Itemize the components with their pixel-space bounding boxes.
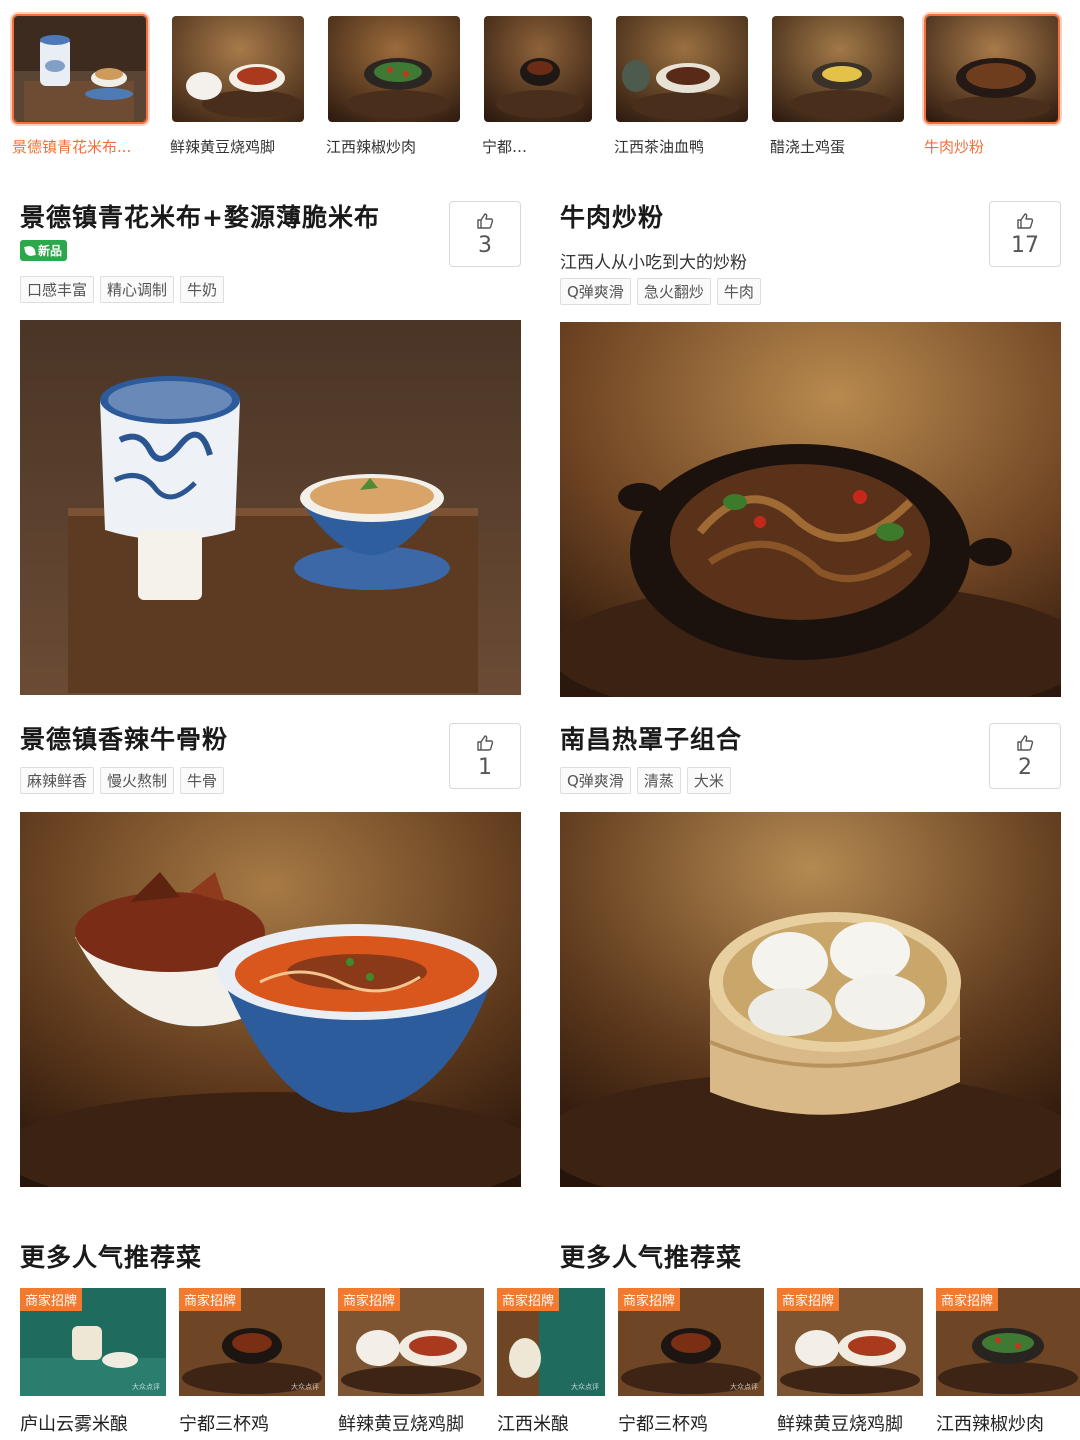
dish-card-3[interactable]: 南昌热罩子组合 xyxy=(560,720,1062,756)
thumb-image xyxy=(770,14,906,124)
like-button-1[interactable]: 17 xyxy=(989,201,1061,267)
signature-flag: 商家招牌 xyxy=(338,1288,401,1311)
like-count: 2 xyxy=(1018,754,1032,780)
recommend-image: 商家招牌 大众点评 xyxy=(179,1288,325,1396)
dish-tag: 麻辣鲜香 xyxy=(20,767,95,794)
thumbs-up-icon xyxy=(1017,212,1034,229)
thumb-item-3[interactable]: 宁都三杯 xyxy=(482,14,597,157)
signature-flag: 商家招牌 xyxy=(618,1288,681,1311)
dish-title: 牛肉炒粉 xyxy=(560,203,665,232)
recommend-name: 宁都三杯鸡 xyxy=(618,1414,708,1435)
leaf-icon xyxy=(24,244,36,257)
dish-tag: 精心调制 xyxy=(100,276,175,303)
dish-tag: Q弹爽滑 xyxy=(560,767,631,794)
like-button-2[interactable]: 1 xyxy=(449,723,521,789)
recommend-image: 商家招牌 大众点评 xyxy=(497,1288,605,1396)
thumb-label: 宁都三杯 xyxy=(482,138,540,156)
signature-flag: 商家招牌 xyxy=(497,1288,560,1311)
dish-tag: Q弹爽滑 xyxy=(560,278,631,305)
dish-photo-2[interactable] xyxy=(20,812,521,1187)
dish-tags-3: Q弹爽滑 清蒸 大米 xyxy=(560,767,731,794)
watermark: 大众点评 xyxy=(730,1383,758,1391)
thumb-image xyxy=(482,14,594,124)
thumb-image xyxy=(614,14,750,124)
dish-tag: 大米 xyxy=(686,767,731,794)
recommend-name: 鲜辣黄豆烧鸡脚 xyxy=(777,1414,903,1435)
recommend-image: 商家招牌 大众点评 xyxy=(618,1288,764,1396)
dish-tag: 清蒸 xyxy=(636,767,681,794)
thumb-item-6[interactable]: 牛肉炒粉 xyxy=(924,14,1064,157)
recommend-item-5[interactable]: 商家招牌 鲜辣黄豆烧鸡脚 xyxy=(777,1288,923,1436)
like-button-3[interactable]: 2 xyxy=(989,723,1061,789)
recommend-item-2[interactable]: 商家招牌 鲜辣黄豆烧鸡脚 xyxy=(338,1288,484,1436)
signature-flag: 商家招牌 xyxy=(936,1288,999,1311)
new-badge: 新品 xyxy=(20,240,68,261)
thumb-item-1[interactable]: 鲜辣黄豆烧鸡脚 xyxy=(170,14,310,157)
thumbs-up-icon xyxy=(477,734,494,751)
recommend-image: 商家招牌 xyxy=(338,1288,484,1396)
watermark: 大众点评 xyxy=(132,1383,160,1391)
more-recommend-title-left: 更多人气推荐菜 xyxy=(20,1243,203,1272)
dish-title: 南昌热罩子组合 xyxy=(560,725,743,754)
like-button-0[interactable]: 3 xyxy=(449,201,521,267)
dish-tags-0: 口感丰富 精心调制 牛奶 xyxy=(20,276,225,303)
more-recommend-title-right: 更多人气推荐菜 xyxy=(560,1243,743,1272)
dish-photo-3[interactable] xyxy=(560,812,1061,1187)
dish-card-1[interactable]: 牛肉炒粉 江西人从小吃到大的炒粉 xyxy=(560,198,1062,273)
watermark: 大众点评 xyxy=(291,1383,319,1391)
recommend-item-3[interactable]: 商家招牌 大众点评 江西米酿 xyxy=(497,1288,605,1436)
dish-title: 景德镇香辣牛骨粉 xyxy=(20,725,229,754)
dish-tag: 牛肉 xyxy=(716,278,761,305)
thumb-label: 醋浇土鸡蛋 xyxy=(770,138,846,156)
dish-title: 景德镇青花米布+婺源薄脆米布 xyxy=(20,203,380,232)
recommend-item-1[interactable]: 商家招牌 大众点评 宁都三杯鸡 xyxy=(179,1288,325,1436)
thumb-image xyxy=(170,14,306,124)
thumbs-up-icon xyxy=(477,212,494,229)
signature-flag: 商家招牌 xyxy=(179,1288,242,1311)
thumb-label: 江西茶油血鸭 xyxy=(614,138,705,156)
recommend-name: 江西米酿 xyxy=(497,1414,569,1435)
thumb-item-4[interactable]: 江西茶油血鸭 xyxy=(614,14,754,157)
thumb-item-5[interactable]: 醋浇土鸡蛋 xyxy=(770,14,910,157)
dish-tag: 牛骨 xyxy=(180,767,225,794)
recommend-item-0[interactable]: 商家招牌 大众点评 庐山云雾米酿 xyxy=(20,1288,166,1436)
like-count: 17 xyxy=(1011,232,1039,258)
dish-photo-0[interactable] xyxy=(20,320,521,695)
recommend-item-4[interactable]: 商家招牌 大众点评 宁都三杯鸡 xyxy=(618,1288,764,1436)
dish-tags-2: 麻辣鲜香 慢火熬制 牛骨 xyxy=(20,767,225,794)
thumb-item-2[interactable]: 江西辣椒炒肉 xyxy=(326,14,466,157)
dish-card-0[interactable]: 景德镇青花米布+婺源薄脆米布 新品 xyxy=(20,198,522,261)
recommend-name: 庐山云雾米酿 xyxy=(20,1414,128,1435)
dish-photo-1[interactable] xyxy=(560,322,1061,697)
recommend-image: 商家招牌 xyxy=(777,1288,923,1396)
like-count: 1 xyxy=(478,754,492,780)
thumbs-up-icon xyxy=(1017,734,1034,751)
recommend-item-6[interactable]: 商家招牌 江西辣椒炒肉 xyxy=(936,1288,1080,1436)
thumb-image xyxy=(326,14,462,124)
thumb-label: 牛肉炒粉 xyxy=(924,138,985,156)
recommend-name: 宁都三杯鸡 xyxy=(179,1414,269,1435)
dish-tags-1: Q弹爽滑 急火翻炒 牛肉 xyxy=(560,278,761,305)
dish-card-2[interactable]: 景德镇香辣牛骨粉 xyxy=(20,720,522,756)
thumb-image xyxy=(12,14,148,124)
signature-flag: 商家招牌 xyxy=(20,1288,83,1311)
dish-subtitle: 江西人从小吃到大的炒粉 xyxy=(560,253,747,273)
watermark: 大众点评 xyxy=(571,1383,599,1391)
dish-tag: 牛奶 xyxy=(180,276,225,303)
thumb-label: 鲜辣黄豆烧鸡脚 xyxy=(170,138,276,156)
like-count: 3 xyxy=(478,232,492,258)
recommend-name: 鲜辣黄豆烧鸡脚 xyxy=(338,1414,464,1435)
recommend-name: 江西辣椒炒肉 xyxy=(936,1414,1044,1435)
dish-thumbnail-strip: 景德镇青花米布... 鲜辣黄豆烧鸡脚 江西辣椒炒肉 宁都三杯 江西茶油血鸭 醋浇… xyxy=(0,0,1080,175)
thumb-label: 景德镇青花米布... xyxy=(12,138,132,156)
signature-flag: 商家招牌 xyxy=(777,1288,840,1311)
dish-tag: 急火翻炒 xyxy=(636,278,711,305)
recommend-image: 商家招牌 xyxy=(936,1288,1080,1396)
thumb-label: 江西辣椒炒肉 xyxy=(326,138,417,156)
dish-tag: 慢火熬制 xyxy=(100,767,175,794)
thumb-item-0[interactable]: 景德镇青花米布... xyxy=(12,14,152,157)
thumb-image xyxy=(924,14,1060,124)
dish-tag: 口感丰富 xyxy=(20,276,95,303)
recommend-image: 商家招牌 大众点评 xyxy=(20,1288,166,1396)
